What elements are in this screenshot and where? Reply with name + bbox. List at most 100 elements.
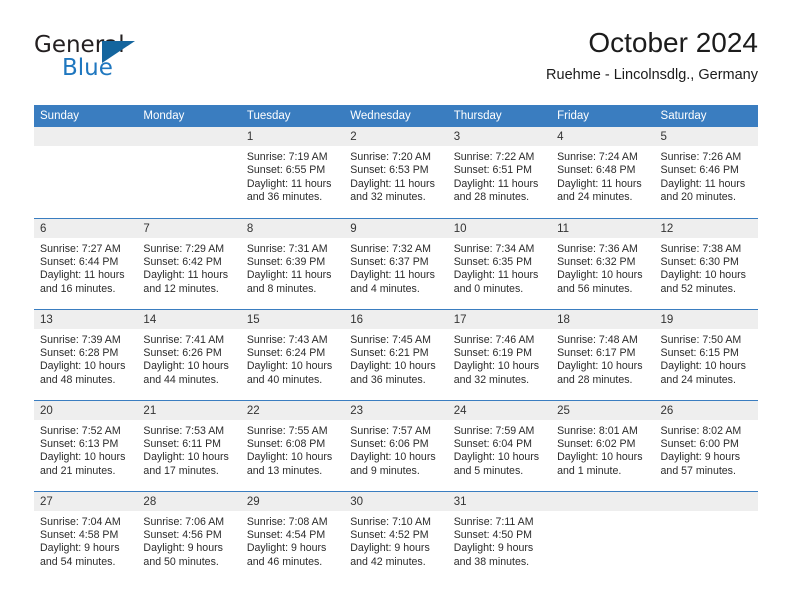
sunset-text: Sunset: 6:48 PM (557, 164, 636, 177)
day-cell[interactable]: 9 Sunrise: 7:32 AM Sunset: 6:37 PM Dayli… (344, 217, 448, 309)
day-number: 2 (344, 127, 448, 146)
day-cell[interactable]: 22 Sunrise: 7:55 AM Sunset: 6:08 PM Dayl… (240, 399, 345, 491)
day-cell[interactable] (654, 490, 758, 582)
day-cell[interactable] (137, 127, 241, 218)
day-number: 10 (447, 218, 552, 238)
day-number: 26 (654, 400, 758, 420)
sunset-text: Sunset: 6:32 PM (557, 255, 636, 268)
day-details: Sunrise: 7:20 AM Sunset: 6:53 PM Dayligh… (344, 146, 447, 205)
sunrise-text: Sunrise: 7:22 AM (453, 151, 535, 163)
daylight-text-line2: and 0 minutes. (453, 282, 524, 295)
day-cell[interactable]: 17 Sunrise: 7:46 AM Sunset: 6:19 PM Dayl… (447, 308, 552, 400)
day-cell[interactable]: 15 Sunrise: 7:43 AM Sunset: 6:24 PM Dayl… (240, 308, 345, 400)
sunset-text: Sunset: 4:56 PM (143, 528, 222, 541)
sunrise-text: Sunrise: 7:27 AM (40, 242, 121, 255)
day-details: Sunrise: 7:26 AM Sunset: 6:46 PM Dayligh… (655, 146, 758, 205)
day-details (34, 146, 137, 151)
day-cell[interactable] (34, 127, 138, 218)
day-details: Sunrise: 7:34 AM Sunset: 6:35 PM Dayligh… (448, 238, 551, 297)
daylight-text-line1: Daylight: 10 hours (453, 451, 540, 464)
sunset-text: Sunset: 6:17 PM (557, 346, 636, 359)
day-number: 31 (447, 491, 552, 511)
day-cell[interactable]: 31 Sunrise: 7:11 AM Sunset: 4:50 PM Dayl… (447, 490, 552, 582)
day-details: Sunrise: 7:55 AM Sunset: 6:08 PM Dayligh… (241, 420, 344, 479)
day-number: 30 (344, 491, 448, 511)
day-cell[interactable]: 12 Sunrise: 7:38 AM Sunset: 6:30 PM Dayl… (654, 217, 758, 309)
daylight-text-line2: and 54 minutes. (40, 555, 116, 568)
day-cell[interactable]: 5 Sunrise: 7:26 AM Sunset: 6:46 PM Dayli… (654, 127, 758, 218)
day-cell[interactable]: 26 Sunrise: 8:02 AM Sunset: 6:00 PM Dayl… (654, 399, 758, 491)
sunrise-text: Sunrise: 7:26 AM (660, 151, 742, 163)
day-number: 18 (551, 309, 655, 329)
day-cell[interactable]: 1 Sunrise: 7:19 AM Sunset: 6:55 PM Dayli… (240, 127, 345, 218)
day-cell[interactable]: 16 Sunrise: 7:45 AM Sunset: 6:21 PM Dayl… (344, 308, 448, 400)
sunset-text: Sunset: 6:55 PM (246, 164, 326, 177)
day-details: Sunrise: 8:01 AM Sunset: 6:02 PM Dayligh… (551, 420, 654, 479)
general-blue-logo[interactable]: General Blue (34, 32, 154, 88)
day-details: Sunrise: 7:41 AM Sunset: 6:26 PM Dayligh… (137, 329, 240, 388)
day-cell[interactable]: 4 Sunrise: 7:24 AM Sunset: 6:48 PM Dayli… (551, 127, 655, 218)
day-cell[interactable]: 20 Sunrise: 7:52 AM Sunset: 6:13 PM Dayl… (34, 399, 138, 491)
calendar-body: 1 Sunrise: 7:19 AM Sunset: 6:55 PM Dayli… (34, 127, 758, 582)
day-cell[interactable]: 29 Sunrise: 7:08 AM Sunset: 4:54 PM Dayl… (240, 490, 345, 582)
sunrise-text: Sunrise: 7:55 AM (246, 424, 328, 437)
daylight-text-line2: and 24 minutes. (557, 191, 633, 204)
daylight-text-line2: and 48 minutes. (40, 373, 116, 386)
day-cell[interactable]: 3 Sunrise: 7:22 AM Sunset: 6:51 PM Dayli… (447, 127, 552, 218)
daylight-text-line2: and 21 minutes. (40, 464, 116, 477)
day-cell[interactable]: 11 Sunrise: 7:36 AM Sunset: 6:32 PM Dayl… (551, 217, 655, 309)
sunset-text: Sunset: 6:46 PM (660, 164, 739, 177)
day-cell[interactable]: 19 Sunrise: 7:50 AM Sunset: 6:15 PM Dayl… (654, 308, 758, 400)
daylight-text-line1: Daylight: 11 hours (453, 269, 539, 282)
day-number (34, 127, 138, 146)
sunset-text: Sunset: 6:35 PM (453, 255, 533, 268)
day-cell[interactable]: 8 Sunrise: 7:31 AM Sunset: 6:39 PM Dayli… (240, 217, 345, 309)
day-cell[interactable]: 23 Sunrise: 7:57 AM Sunset: 6:06 PM Dayl… (344, 399, 448, 491)
day-cell[interactable] (551, 490, 655, 582)
daylight-text-line2: and 56 minutes. (557, 282, 633, 295)
weekday-header-monday: Monday (137, 105, 241, 127)
daylight-text-line1: Daylight: 11 hours (557, 177, 642, 190)
sunrise-text: Sunrise: 7:50 AM (660, 333, 742, 346)
day-cell[interactable]: 2 Sunrise: 7:20 AM Sunset: 6:53 PM Dayli… (344, 127, 448, 218)
day-cell[interactable]: 24 Sunrise: 7:59 AM Sunset: 6:04 PM Dayl… (447, 399, 552, 491)
day-details: Sunrise: 7:46 AM Sunset: 6:19 PM Dayligh… (448, 329, 551, 388)
daylight-text-line1: Daylight: 11 hours (350, 177, 435, 190)
sunrise-text: Sunrise: 7:04 AM (40, 515, 121, 528)
day-cell[interactable]: 6 Sunrise: 7:27 AM Sunset: 6:44 PM Dayli… (34, 217, 138, 309)
day-cell[interactable]: 21 Sunrise: 7:53 AM Sunset: 6:11 PM Dayl… (137, 399, 241, 491)
day-details: Sunrise: 7:11 AM Sunset: 4:50 PM Dayligh… (448, 511, 551, 570)
day-details: Sunrise: 7:31 AM Sunset: 6:39 PM Dayligh… (241, 238, 344, 297)
day-cell[interactable]: 7 Sunrise: 7:29 AM Sunset: 6:42 PM Dayli… (137, 217, 241, 309)
sunrise-text: Sunrise: 7:52 AM (40, 424, 121, 437)
sunrise-text: Sunrise: 7:39 AM (40, 333, 121, 346)
day-number (137, 127, 241, 146)
daylight-text-line2: and 44 minutes. (143, 373, 219, 386)
day-cell[interactable]: 18 Sunrise: 7:48 AM Sunset: 6:17 PM Dayl… (551, 308, 655, 400)
day-number: 14 (137, 309, 241, 329)
day-details: Sunrise: 7:04 AM Sunset: 4:58 PM Dayligh… (34, 511, 137, 570)
sunrise-text: Sunrise: 7:38 AM (660, 242, 742, 255)
day-cell[interactable]: 10 Sunrise: 7:34 AM Sunset: 6:35 PM Dayl… (447, 217, 552, 309)
sunset-text: Sunset: 6:06 PM (350, 437, 429, 450)
day-cell[interactable]: 13 Sunrise: 7:39 AM Sunset: 6:28 PM Dayl… (34, 308, 138, 400)
day-cell[interactable]: 27 Sunrise: 7:04 AM Sunset: 4:58 PM Dayl… (34, 490, 138, 582)
daylight-text-line2: and 38 minutes. (453, 555, 530, 568)
day-details: Sunrise: 7:36 AM Sunset: 6:32 PM Dayligh… (551, 238, 654, 297)
day-details: Sunrise: 7:27 AM Sunset: 6:44 PM Dayligh… (34, 238, 137, 297)
day-cell[interactable]: 25 Sunrise: 8:01 AM Sunset: 6:02 PM Dayl… (551, 399, 655, 491)
day-details: Sunrise: 7:50 AM Sunset: 6:15 PM Dayligh… (655, 329, 758, 388)
daylight-text-line1: Daylight: 11 hours (350, 269, 435, 282)
day-details: Sunrise: 7:43 AM Sunset: 6:24 PM Dayligh… (241, 329, 344, 388)
sunrise-text: Sunrise: 7:31 AM (246, 242, 328, 255)
day-cell[interactable]: 28 Sunrise: 7:06 AM Sunset: 4:56 PM Dayl… (137, 490, 241, 582)
day-number: 17 (447, 309, 552, 329)
day-number: 27 (34, 491, 138, 511)
day-details: Sunrise: 7:32 AM Sunset: 6:37 PM Dayligh… (344, 238, 447, 297)
sunset-text: Sunset: 6:11 PM (143, 437, 221, 450)
sunrise-text: Sunrise: 7:45 AM (350, 333, 431, 346)
day-cell[interactable]: 30 Sunrise: 7:10 AM Sunset: 4:52 PM Dayl… (344, 490, 448, 582)
day-cell[interactable]: 14 Sunrise: 7:41 AM Sunset: 6:26 PM Dayl… (137, 308, 241, 400)
daylight-text-line2: and 32 minutes. (350, 191, 426, 204)
sunrise-text: Sunrise: 7:41 AM (143, 333, 225, 346)
